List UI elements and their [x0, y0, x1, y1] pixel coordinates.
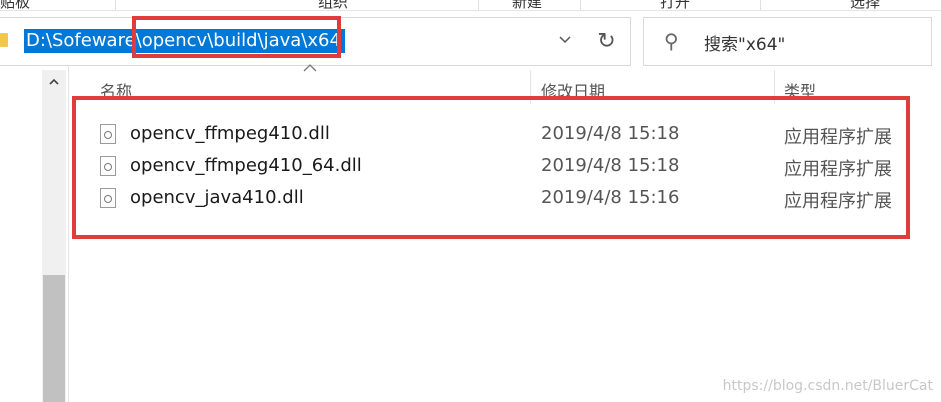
refresh-button[interactable]: ↻ [583, 17, 631, 66]
refresh-icon: ↻ [597, 29, 616, 54]
folder-icon [0, 33, 8, 47]
watermark-text: https://blog.csdn.net/BluerCat [722, 378, 933, 394]
annotation-highlight-files [72, 96, 910, 239]
annotation-highlight-path [132, 16, 341, 58]
ribbon-group-select[interactable]: 选择 [850, 0, 880, 12]
ribbon-group-open[interactable]: 打开 [660, 0, 690, 12]
ribbon-divider [478, 0, 479, 10]
search-box[interactable]: ⚲ 搜索"x64" [643, 17, 932, 66]
ribbon-group-organize[interactable]: 组织 [318, 0, 348, 12]
scroll-up-icon[interactable] [42, 72, 66, 96]
search-input[interactable]: 搜索"x64" [704, 30, 785, 55]
ribbon-divider [580, 0, 581, 10]
ribbon-divider [115, 0, 116, 10]
ribbon-divider [760, 0, 761, 10]
ribbon-bar: 贴板 组织 新建 打开 选择 [0, 0, 941, 11]
ribbon-group-new[interactable]: 新建 [512, 0, 542, 12]
chevron-down-icon[interactable] [557, 32, 573, 48]
search-icon: ⚲ [664, 29, 679, 53]
ribbon-group-clipboard[interactable]: 贴板 [0, 0, 30, 12]
sort-ascending-icon [303, 62, 317, 77]
scroll-thumb[interactable] [43, 275, 65, 402]
